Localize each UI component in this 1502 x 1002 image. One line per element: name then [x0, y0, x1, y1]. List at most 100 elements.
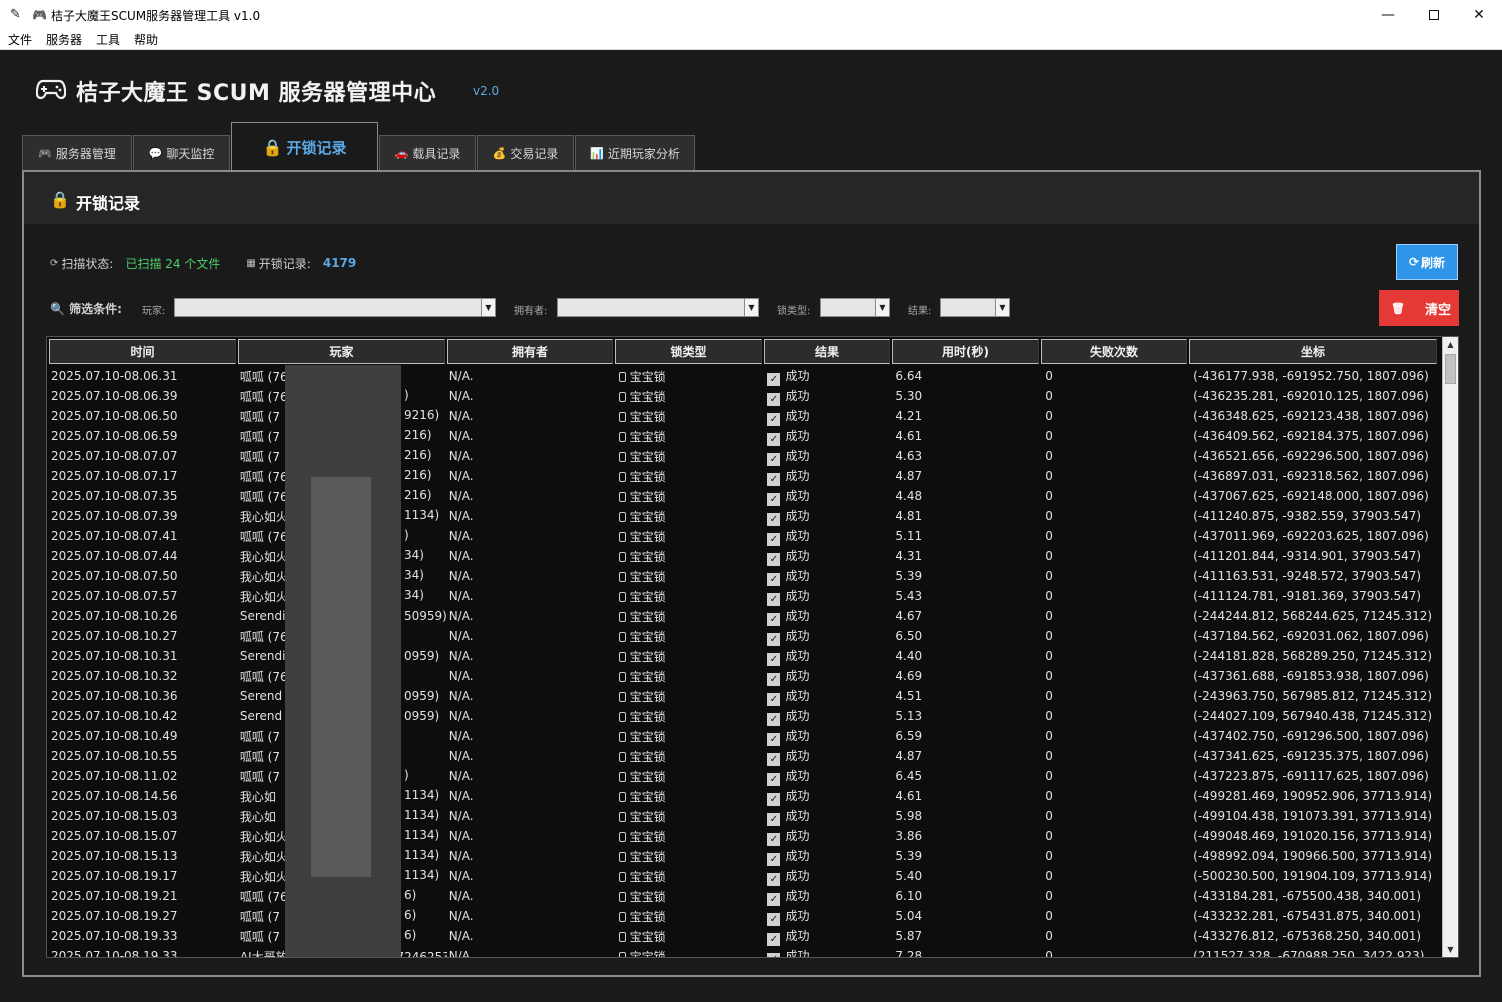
table-row[interactable]: 2025.07.10-08.07.50 我心如火 34) N/A. 宝宝锁 ✓ 成功 5.39… [49, 566, 1441, 586]
cell-lock-type-text: 宝宝锁 [629, 649, 666, 664]
record-count-value: 4179 [322, 256, 357, 270]
cell-fail-count-text: 0 [1045, 669, 1053, 683]
table-row[interactable]: 2025.07.10-08.10.49 呱呱 (7 N/A. 宝宝锁 ✓ 成功 6.59 0 (… [49, 726, 1441, 746]
table-row[interactable]: 2025.07.10-08.06.50 呱呱 (7 9216) N/A. 宝宝锁 ✓ 成功 4… [49, 406, 1441, 426]
cell-owner: N/A. [447, 529, 617, 543]
tab-label: 开锁记录 [286, 139, 347, 157]
close-button[interactable]: ✕ [1456, 0, 1502, 30]
cell-duration-text: 4.63 [895, 449, 923, 463]
cell-fail-count: 0 [1043, 749, 1191, 763]
table-row[interactable]: 2025.07.10-08.10.55 呱呱 (7 N/A. 宝宝锁 ✓ 成功 4.87 0 (… [49, 746, 1441, 766]
table-row[interactable]: 2025.07.10-08.19.27 呱呱 (7 6) N/A. 宝宝锁 ✓ 成功 5.04… [49, 906, 1441, 926]
table-row[interactable]: 2025.07.10-08.06.31 呱呱 (76 N/A. 宝宝锁 ✓ 成功 6.64 0… [49, 366, 1441, 386]
col-result[interactable]: 结果 [764, 339, 890, 364]
scroll-thumb[interactable] [1445, 354, 1456, 384]
cell-lock-type-text: 宝宝锁 [629, 909, 666, 924]
vertical-scrollbar[interactable]: ▲ ▼ [1442, 337, 1458, 957]
tab-server-management[interactable]: 🎮 服务器管理 [22, 135, 132, 171]
minimize-button[interactable]: — [1365, 0, 1411, 30]
menu-file[interactable]: 文件 [0, 30, 39, 50]
cell-duration-text: 7.28 [895, 949, 923, 958]
checkbox-icon: ✓ [767, 812, 781, 826]
table-row[interactable]: 2025.07.10-08.19.21 呱呱 (76 6) N/A. 宝宝锁 ✓ 成功 6.1… [49, 886, 1441, 906]
tab-vehicle-records[interactable]: 🚗 载具记录 [379, 135, 476, 171]
cell-result-text: 成功 [785, 488, 810, 503]
table-row[interactable]: 2025.07.10-08.14.56 我心如 1134) N/A. 宝宝锁 ✓ 成功 4.6… [49, 786, 1441, 806]
cell-duration: 4.31 [893, 549, 1043, 563]
cell-lock-type: 宝宝锁 [617, 408, 766, 425]
cell-fail-count: 0 [1043, 449, 1191, 463]
owner-filter-select[interactable]: ▼ [557, 298, 759, 317]
table-row[interactable]: 2025.07.10-08.19.33AI大哥放过我 (765611984272… [49, 946, 1441, 958]
cell-fail-count-text: 0 [1045, 369, 1053, 383]
table-row[interactable]: 2025.07.10-08.19.17 我心如火 1134) N/A. 宝宝锁 ✓ 成功 5.… [49, 866, 1441, 886]
col-duration[interactable]: 用时(秒) [892, 339, 1039, 364]
table-row[interactable]: 2025.07.10-08.07.17 呱呱 (76 216) N/A. 宝宝锁 ✓ 成功 4… [49, 466, 1441, 486]
tab-unlock-records[interactable]: 🔒 开锁记录 [231, 122, 378, 172]
cell-duration: 6.45 [893, 769, 1043, 783]
cell-coordinates: (-436409.562, -692184.375, 1807.096) [1191, 429, 1441, 443]
col-lock-type[interactable]: 锁类型 [615, 339, 762, 364]
cell-coordinates: (-437011.969, -692203.625, 1807.096) [1191, 529, 1441, 543]
col-fail-count[interactable]: 失败次数 [1041, 339, 1187, 364]
scroll-up-arrow-icon[interactable]: ▲ [1443, 337, 1458, 352]
cell-coordinates: (-436521.656, -692296.500, 1807.096) [1191, 449, 1441, 463]
cell-result: ✓ 成功 [765, 407, 893, 426]
table-row[interactable]: 2025.07.10-08.06.59 呱呱 (7 216) N/A. 宝宝锁 ✓ 成功 4.… [49, 426, 1441, 446]
cell-owner: N/A. [447, 449, 617, 463]
cell-owner: N/A. [447, 889, 617, 903]
refresh-button[interactable]: ⟳ 刷新 [1396, 244, 1458, 280]
menu-server[interactable]: 服务器 [39, 30, 89, 50]
cell-player-tail: 9216) [404, 407, 440, 422]
maximize-button[interactable] [1411, 0, 1457, 30]
col-coordinates[interactable]: 坐标 [1189, 339, 1437, 364]
table-row[interactable]: 2025.07.10-08.10.27 呱呱 (76 N/A. 宝宝锁 ✓ 成功 6.50 0… [49, 626, 1441, 646]
cell-coordinates: (-244181.828, 568289.250, 71245.312) [1191, 649, 1441, 663]
locktype-filter-select[interactable]: ▼ [820, 298, 890, 317]
table-row[interactable]: 2025.07.10-08.07.07 呱呱 (7 216) N/A. 宝宝锁 ✓ 成功 4.… [49, 446, 1441, 466]
table-row[interactable]: 2025.07.10-08.07.44 我心如火 34) N/A. 宝宝锁 ✓ 成功 4.31… [49, 546, 1441, 566]
table-row[interactable]: 2025.07.10-08.07.35 呱呱 (76 216) N/A. 宝宝锁 ✓ 成功 4… [49, 486, 1441, 506]
scroll-down-arrow-icon[interactable]: ▼ [1443, 942, 1458, 957]
table-row[interactable]: 2025.07.10-08.15.03 我心如 1134) N/A. 宝宝锁 ✓ 成功 5.9… [49, 806, 1441, 826]
cell-coordinates: (211527.328, -670988.250, 3422.923) [1191, 949, 1441, 957]
cell-player-tail: 216) [404, 427, 432, 442]
checkbox-icon: ✓ [767, 552, 781, 566]
table-row[interactable]: 2025.07.10-08.10.26 Serendi 50959) N/A. 宝宝锁 ✓… [49, 606, 1441, 626]
cell-time: 2025.07.10-08.19.33 [49, 929, 238, 943]
table-row[interactable]: 2025.07.10-08.10.31 Serendi 0959) N/A. 宝宝锁 ✓ 成… [49, 646, 1441, 666]
maximize-icon [1429, 10, 1439, 20]
cell-lock-type-text: 宝宝锁 [629, 709, 666, 724]
menu-tools[interactable]: 工具 [89, 30, 127, 50]
menu-help[interactable]: 帮助 [127, 30, 165, 50]
table-row[interactable]: 2025.07.10-08.10.32 呱呱 (76 N/A. 宝宝锁 ✓ 成功 4.69 0… [49, 666, 1441, 686]
table-row[interactable]: 2025.07.10-08.19.33 呱呱 (7 6) N/A. 宝宝锁 ✓ 成功 5.87… [49, 926, 1441, 946]
result-filter-select[interactable]: ▼ [940, 298, 1010, 317]
table-row[interactable]: 2025.07.10-08.07.39 我心如火 1134) N/A. 宝宝锁 ✓ 成功 4.… [49, 506, 1441, 526]
table-row[interactable]: 2025.07.10-08.11.02 呱呱 (7) N/A. 宝宝锁 ✓ 成功 6.45 0… [49, 766, 1441, 786]
cell-fail-count-text: 0 [1045, 949, 1053, 958]
table-row[interactable]: 2025.07.10-08.07.57 我心如火 34) N/A. 宝宝锁 ✓ 成功 5.43… [49, 586, 1441, 606]
tab-chat-monitor[interactable]: 💬 聊天监控 [133, 135, 230, 171]
table-row[interactable]: 2025.07.10-08.15.07 我心如火 1134) N/A. 宝宝锁 ✓ 成功 3.… [49, 826, 1441, 846]
player-filter-select[interactable]: ▼ [174, 298, 496, 317]
cell-result-text: 成功 [785, 588, 810, 603]
clear-button[interactable]: 🗑 清空 [1379, 290, 1459, 326]
cell-lock-type: 宝宝锁 [617, 568, 766, 585]
tab-trade-records[interactable]: 💰 交易记录 [477, 135, 574, 171]
table-row[interactable]: 2025.07.10-08.10.42 Serend 0959) N/A. 宝宝锁 ✓ 成功… [49, 706, 1441, 726]
table-row[interactable]: 2025.07.10-08.15.13 我心如火 1134) N/A. 宝宝锁 ✓ 成功 5.… [49, 846, 1441, 866]
table-row[interactable]: 2025.07.10-08.10.36 Serend 0959) N/A. 宝宝锁 ✓ 成功… [49, 686, 1441, 706]
col-owner[interactable]: 拥有者 [447, 339, 613, 364]
cell-owner: N/A. [447, 589, 617, 603]
col-player[interactable]: 玩家 [238, 339, 445, 364]
tab-player-analysis[interactable]: 📊 近期玩家分析 [575, 135, 695, 171]
cell-owner-text: N/A. [448, 629, 474, 643]
cell-coordinates-text: (-411240.875, -9382.559, 37903.547) [1193, 509, 1422, 523]
cell-coordinates: (-499048.469, 191020.156, 37713.914) [1191, 829, 1441, 843]
col-time[interactable]: 时间 [49, 339, 236, 364]
table-row[interactable]: 2025.07.10-08.06.39 呱呱 (76) N/A. 宝宝锁 ✓ 成功 5.30… [49, 386, 1441, 406]
table-row[interactable]: 2025.07.10-08.07.41 呱呱 (765) N/A. 宝宝锁 ✓ 成功 5.1… [49, 526, 1441, 546]
cell-result-text: 成功 [785, 708, 810, 723]
cell-player-text: 呱呱 (76 [239, 389, 288, 404]
